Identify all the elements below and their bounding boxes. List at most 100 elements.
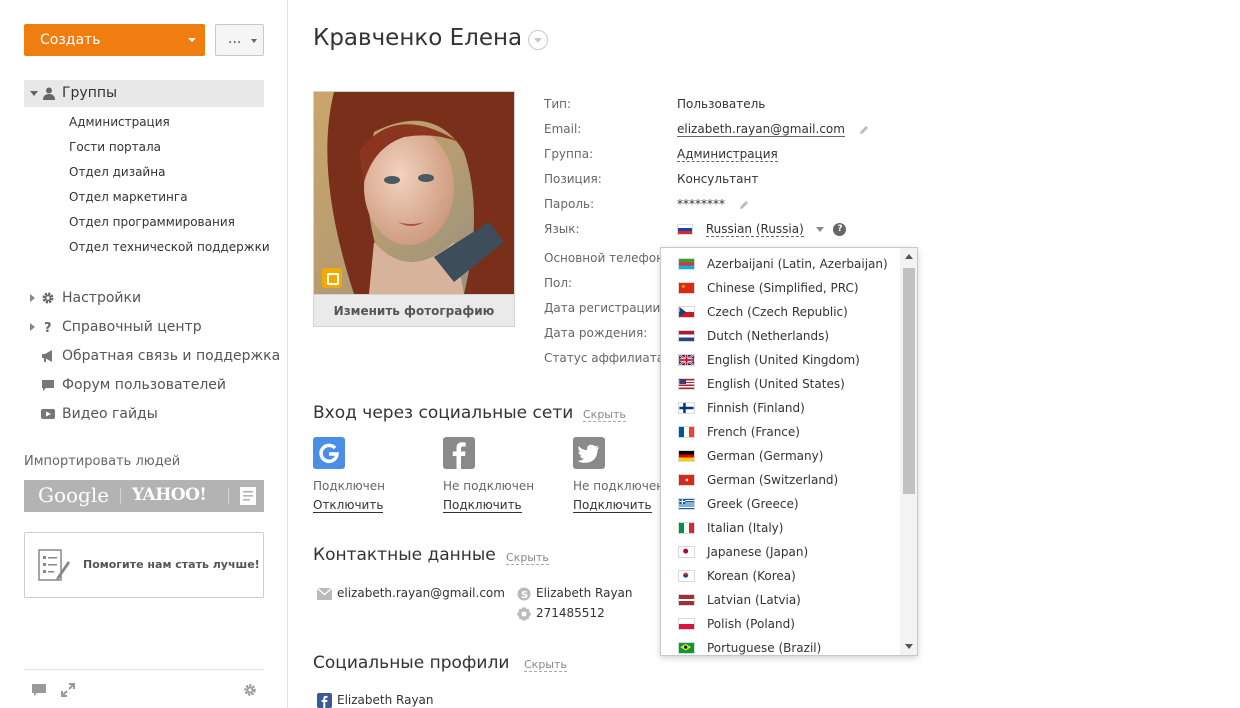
- sidebar-groups-header[interactable]: Группы: [24, 80, 264, 107]
- language-option[interactable]: Azerbaijani (Latin, Azerbaijan): [661, 252, 899, 276]
- field-value-wrap: ********: [677, 192, 749, 217]
- pencil-icon[interactable]: [739, 200, 749, 210]
- facebook-connect-link[interactable]: Подключить: [443, 498, 522, 513]
- google-disconnect-link[interactable]: Отключить: [313, 498, 384, 513]
- language-option-list: Azerbaijani (Latin, Azerbaijan) ★ Chinese…: [661, 252, 899, 655]
- language-option-label: German (Germany): [707, 449, 824, 463]
- expand-triangle-icon[interactable]: [30, 323, 35, 331]
- divider: [228, 488, 229, 504]
- social-profile-facebook-value[interactable]: Elizabeth Rayan: [337, 693, 434, 707]
- import-google-button[interactable]: Google: [38, 483, 109, 507]
- korea-flag-icon: [678, 570, 695, 582]
- sidebar-item-settings[interactable]: Настройки: [24, 286, 280, 315]
- field-value-wrap: Администрация: [677, 142, 778, 167]
- expand-triangle-icon[interactable]: [30, 294, 35, 302]
- language-option[interactable]: German (Germany): [661, 444, 899, 468]
- language-option[interactable]: Polish (Poland): [661, 612, 899, 636]
- contacts-title: Контактные данные: [313, 545, 496, 565]
- language-selector[interactable]: Russian (Russia) ?: [677, 217, 847, 242]
- language-option[interactable]: Finnish (Finland): [661, 396, 899, 420]
- megaphone-icon: [42, 350, 52, 362]
- profile-menu-dropdown-icon[interactable]: [528, 30, 548, 50]
- import-bar: Google YAHOO!: [24, 480, 264, 512]
- france-flag-icon: [678, 426, 695, 438]
- sidebar-item-label: Справочный центр: [62, 319, 202, 335]
- pencil-icon[interactable]: [859, 125, 869, 135]
- chevron-down-icon: [188, 38, 196, 42]
- language-option-label: Portuguese (Brazil): [707, 641, 822, 655]
- sidebar-item-help-center[interactable]: ? Справочный центр: [24, 315, 280, 344]
- chat-icon[interactable]: [32, 683, 46, 697]
- contact-skype: S Elizabeth Rayan: [517, 586, 633, 601]
- more-actions-button[interactable]: ...: [215, 24, 264, 56]
- scrollbar-thumb[interactable]: [903, 268, 915, 494]
- expand-triangle-icon[interactable]: [30, 91, 38, 96]
- feedback-banner[interactable]: Помогите нам стать лучше!: [24, 532, 264, 598]
- language-value[interactable]: Russian (Russia): [705, 222, 804, 237]
- svg-text:S: S: [521, 590, 528, 601]
- contact-email-value[interactable]: elizabeth.rayan@gmail.com: [337, 586, 505, 600]
- change-photo-button[interactable]: Изменить фотографию: [314, 294, 514, 326]
- email-link[interactable]: elizabeth.rayan@gmail.com: [677, 122, 845, 137]
- facebook-icon: [443, 437, 475, 469]
- language-option[interactable]: Portuguese (Brazil): [661, 636, 899, 655]
- sidebar-item-group[interactable]: Отдел дизайна: [69, 162, 270, 187]
- language-option[interactable]: Dutch (Netherlands): [661, 324, 899, 348]
- language-option[interactable]: Italian (Italy): [661, 516, 899, 540]
- language-option[interactable]: Latvian (Latvia): [661, 588, 899, 612]
- scroll-up-arrow-icon[interactable]: [905, 254, 913, 259]
- twitter-icon: [573, 437, 605, 469]
- sidebar-item-forum[interactable]: Форум пользователей: [24, 373, 280, 402]
- language-option[interactable]: Greek (Greece): [661, 492, 899, 516]
- sidebar-item-group[interactable]: Отдел программирования: [69, 212, 270, 237]
- skype-icon: S: [517, 587, 531, 601]
- language-option[interactable]: French (France): [661, 420, 899, 444]
- social-login-hide-link[interactable]: Скрыть: [583, 408, 626, 422]
- social-profiles-hide-link[interactable]: Скрыть: [524, 658, 567, 672]
- language-option[interactable]: German (Switzerland): [661, 468, 899, 492]
- sidebar-item-label: Настройки: [62, 290, 142, 306]
- contact-skype-value[interactable]: Elizabeth Rayan: [536, 586, 633, 600]
- language-option[interactable]: Czech (Czech Republic): [661, 300, 899, 324]
- import-file-icon[interactable]: [240, 487, 256, 505]
- import-people-label: Импортировать людей: [24, 454, 181, 469]
- finland-flag-icon: [678, 402, 695, 414]
- usa-flag-icon: [678, 378, 695, 390]
- language-option[interactable]: English (United States): [661, 372, 899, 396]
- chevron-down-icon[interactable]: [815, 227, 824, 232]
- language-option-label: Polish (Poland): [707, 617, 795, 631]
- sidebar-item-group[interactable]: Гости портала: [69, 137, 270, 162]
- sidebar-item-video-guides[interactable]: Видео гайды: [24, 402, 280, 431]
- language-option[interactable]: Korean (Korea): [661, 564, 899, 588]
- sidebar-item-group[interactable]: Отдел технической поддержки: [69, 237, 270, 262]
- contacts-hide-link[interactable]: Скрыть: [506, 551, 549, 565]
- sidebar-item-group[interactable]: Отдел маркетинга: [69, 187, 270, 212]
- import-yahoo-button[interactable]: YAHOO!: [132, 485, 207, 505]
- scroll-down-arrow-icon[interactable]: [905, 644, 913, 649]
- google-icon: [313, 437, 345, 469]
- twitter-connect-link[interactable]: Подключить: [573, 498, 652, 513]
- language-option[interactable]: English (United Kingdom): [661, 348, 899, 372]
- dropdown-scrollbar[interactable]: [900, 248, 917, 655]
- create-button[interactable]: Создать: [24, 24, 205, 56]
- chat-icon: [42, 380, 54, 391]
- poland-flag-icon: [678, 618, 695, 630]
- contact-icq-value[interactable]: 271485512: [536, 606, 605, 620]
- azerbaijan-flag-icon: [678, 258, 695, 270]
- sidebar-item-feedback[interactable]: Обратная связь и поддержка: [24, 344, 280, 373]
- language-option-label: English (United States): [707, 377, 845, 391]
- help-question-icon[interactable]: ?: [833, 223, 847, 236]
- group-link[interactable]: Администрация: [677, 147, 778, 162]
- sidebar-item-group[interactable]: Администрация: [69, 112, 270, 137]
- language-option[interactable]: ★ Chinese (Simplified, PRC): [661, 276, 899, 300]
- language-option[interactable]: Japanese (Japan): [661, 540, 899, 564]
- field-value: Пользователь: [677, 97, 766, 111]
- language-dropdown[interactable]: Azerbaijani (Latin, Azerbaijan) ★ Chinese…: [660, 247, 918, 656]
- sidebar-item-label: Форум пользователей: [62, 377, 226, 393]
- gear-icon[interactable]: [243, 683, 257, 697]
- sidebar-groups-label: Группы: [62, 85, 118, 101]
- field-label: Email:: [544, 122, 582, 136]
- china-flag-icon: ★: [678, 282, 695, 294]
- japan-flag-icon: [678, 546, 695, 558]
- expand-icon[interactable]: [61, 683, 75, 697]
